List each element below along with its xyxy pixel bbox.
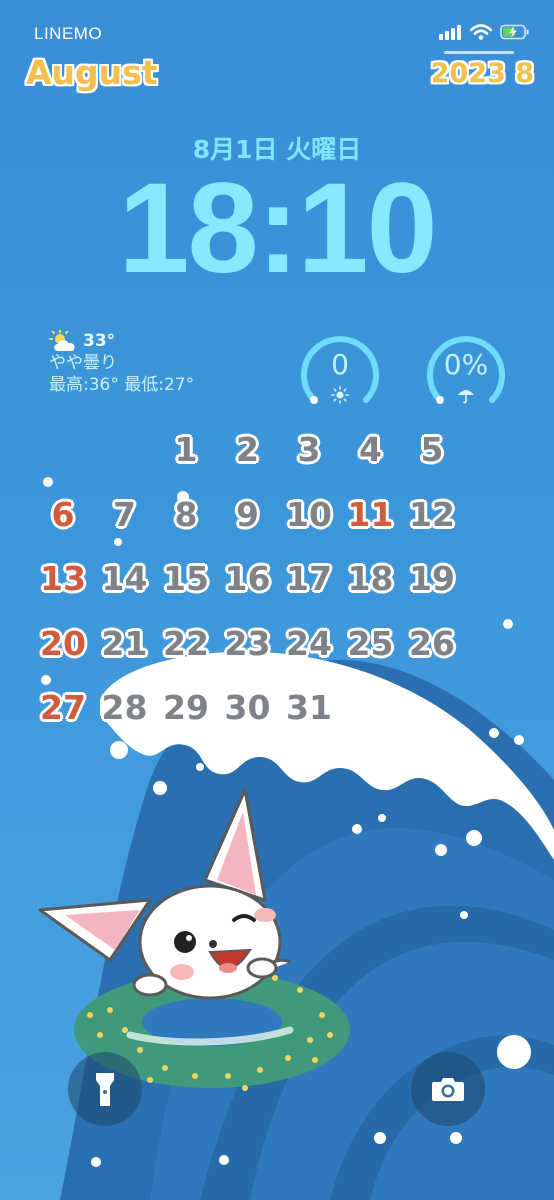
month-title: August bbox=[26, 53, 158, 92]
calendar-day: 23 bbox=[224, 623, 271, 663]
camera-icon bbox=[432, 1078, 464, 1101]
sun-icon bbox=[331, 386, 349, 404]
calendar-day: 25 bbox=[347, 623, 394, 663]
weather-widget[interactable]: 33° やや曇り 最高:36° 最低:27° bbox=[49, 330, 194, 396]
calendar-day: 1 bbox=[174, 430, 198, 469]
carrier-label: LINEMO bbox=[34, 24, 103, 43]
calendar-day: 5 bbox=[420, 430, 444, 469]
battery-charging-icon bbox=[500, 24, 529, 40]
lock-clock: 18:10 bbox=[118, 157, 437, 300]
weather-temperature: 33° bbox=[83, 331, 116, 351]
calendar-day: 7 bbox=[113, 494, 136, 534]
calendar-day: 24 bbox=[286, 623, 332, 663]
calendar-day: 13 bbox=[40, 559, 86, 598]
control-center-indicator[interactable] bbox=[444, 51, 514, 54]
camera-button[interactable] bbox=[411, 1052, 485, 1126]
uv-index-value: 0 bbox=[331, 348, 349, 381]
calendar-day: 26 bbox=[409, 623, 455, 663]
status-icons bbox=[438, 24, 530, 40]
calendar-day: 4 bbox=[359, 430, 382, 469]
calendar-day: 8 bbox=[174, 494, 198, 534]
calendar-day: 29 bbox=[163, 688, 209, 727]
partly-cloudy-icon bbox=[49, 330, 75, 351]
signal-bars-icon bbox=[439, 25, 461, 40]
weather-condition: やや曇り bbox=[49, 353, 117, 373]
weather-high-low: 最高:36° 最低:27° bbox=[49, 375, 195, 395]
calendar-day: 19 bbox=[409, 559, 455, 598]
calendar-day: 18 bbox=[347, 559, 394, 598]
calendar-day: 11 bbox=[347, 494, 394, 534]
calendar-day: 17 bbox=[286, 559, 332, 598]
flashlight-icon bbox=[96, 1073, 114, 1106]
calendar-day: 10 bbox=[286, 494, 332, 534]
calendar-day: 12 bbox=[409, 494, 455, 534]
calendar-day: 15 bbox=[163, 559, 209, 598]
flashlight-button[interactable] bbox=[68, 1052, 142, 1126]
year-month-title: 2023 8 bbox=[430, 58, 534, 89]
lock-screen: LINEMO August 2023 8 8月1日 火曜日 18:10 33° … bbox=[0, 0, 554, 1200]
calendar-day: 27 bbox=[40, 688, 86, 727]
calendar-day: 28 bbox=[101, 688, 148, 727]
weather-temp-row: 33° bbox=[49, 330, 194, 352]
calendar-day: 30 bbox=[224, 688, 271, 727]
rain-chance-value: 0% bbox=[443, 348, 489, 381]
calendar-day: 22 bbox=[163, 623, 209, 663]
calendar-day: 9 bbox=[236, 494, 259, 534]
calendar-day: 3 bbox=[297, 430, 321, 469]
wifi-icon bbox=[470, 24, 492, 40]
calendar-day: 14 bbox=[101, 559, 148, 598]
calendar-day: 20 bbox=[40, 623, 86, 663]
uv-index-widget[interactable]: 0 bbox=[298, 330, 382, 414]
calendar-day: 21 bbox=[101, 623, 148, 663]
umbrella-icon bbox=[458, 390, 474, 404]
calendar-day: 6 bbox=[51, 494, 75, 534]
calendar-day: 16 bbox=[224, 559, 271, 598]
calendar-day: 31 bbox=[286, 688, 332, 727]
calendar-day: 2 bbox=[236, 430, 259, 469]
rain-chance-widget[interactable]: 0% bbox=[424, 330, 508, 414]
